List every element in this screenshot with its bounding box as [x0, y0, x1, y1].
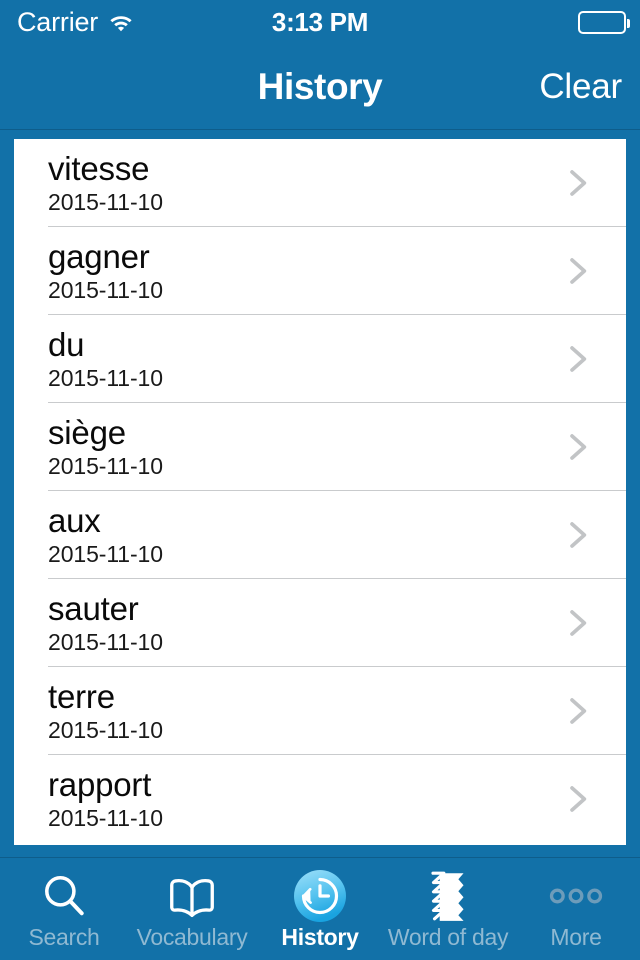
history-list: vitesse 2015-11-10 gagner 2015-11-10 du …: [14, 139, 626, 843]
tab-bar: Search Vocabulary History Word of day Mo…: [0, 857, 640, 960]
history-date: 2015-11-10: [48, 628, 163, 655]
table-row[interactable]: sauter 2015-11-10: [14, 579, 626, 667]
history-word: aux: [48, 502, 101, 539]
app-screen: Carrier 3:13 PM History Clear vitesse 20…: [0, 0, 640, 960]
history-date: 2015-11-10: [48, 364, 163, 391]
clear-button[interactable]: Clear: [539, 44, 622, 129]
ellipsis-icon: [512, 868, 640, 924]
tab-word-of-day[interactable]: Word of day: [384, 862, 512, 960]
table-row[interactable]: siège 2015-11-10: [14, 403, 626, 491]
navigation-bar: History Clear: [0, 44, 640, 130]
table-row[interactable]: terre 2015-11-10: [14, 667, 626, 755]
table-row[interactable]: du 2015-11-10: [14, 315, 626, 403]
chevron-right-icon: [554, 160, 600, 206]
status-bar-time: 3:13 PM: [271, 6, 369, 37]
row-text: gagner 2015-11-10: [48, 239, 554, 303]
tab-label: More: [550, 924, 602, 950]
chevron-right-icon: [554, 600, 600, 646]
tab-label: Search: [28, 924, 100, 950]
history-date: 2015-11-10: [48, 540, 163, 567]
chevron-right-icon: [554, 512, 600, 558]
tab-history[interactable]: History: [256, 862, 384, 960]
history-date: 2015-11-10: [48, 276, 163, 303]
row-text: terre 2015-11-10: [48, 679, 554, 743]
history-word: rapport: [48, 766, 152, 803]
row-text: siège 2015-11-10: [48, 415, 554, 479]
chevron-right-icon: [554, 688, 600, 734]
history-word: vitesse: [48, 150, 150, 187]
tab-more[interactable]: More: [512, 862, 640, 960]
history-word: terre: [48, 678, 115, 715]
history-word: gagner: [48, 238, 150, 275]
row-text: vitesse 2015-11-10: [48, 151, 554, 215]
battery-icon: [578, 10, 630, 34]
history-word: du: [48, 326, 85, 363]
content-area: vitesse 2015-11-10 gagner 2015-11-10 du …: [0, 130, 640, 857]
table-row[interactable]: vitesse 2015-11-10: [14, 139, 626, 227]
chevron-right-icon: [554, 248, 600, 294]
table-row[interactable]: rapport 2015-11-10: [14, 755, 626, 843]
history-date: 2015-11-10: [48, 716, 163, 743]
tab-label: History: [281, 924, 359, 950]
status-bar-right: [578, 0, 630, 44]
status-bar: Carrier 3:13 PM: [0, 0, 640, 44]
clock-rewind-icon: [256, 868, 384, 924]
card-stack-icon: [384, 868, 512, 924]
open-book-icon: [128, 868, 256, 924]
chevron-right-icon: [554, 424, 600, 470]
history-word: siège: [48, 414, 126, 451]
history-date: 2015-11-10: [48, 188, 163, 215]
history-word: sauter: [48, 590, 139, 627]
chevron-right-icon: [554, 776, 600, 822]
row-text: sauter 2015-11-10: [48, 591, 554, 655]
tab-label: Word of day: [387, 924, 509, 950]
history-card: vitesse 2015-11-10 gagner 2015-11-10 du …: [14, 139, 626, 845]
tab-label: Vocabulary: [136, 924, 248, 950]
row-text: aux 2015-11-10: [48, 503, 554, 567]
history-date: 2015-11-10: [48, 804, 163, 831]
row-text: du 2015-11-10: [48, 327, 554, 391]
history-date: 2015-11-10: [48, 452, 163, 479]
table-row[interactable]: aux 2015-11-10: [14, 491, 626, 579]
magnifier-icon: [0, 868, 128, 924]
row-text: rapport 2015-11-10: [48, 767, 554, 831]
table-row[interactable]: gagner 2015-11-10: [14, 227, 626, 315]
tab-search[interactable]: Search: [0, 862, 128, 960]
chevron-right-icon: [554, 336, 600, 382]
tab-vocabulary[interactable]: Vocabulary: [128, 862, 256, 960]
